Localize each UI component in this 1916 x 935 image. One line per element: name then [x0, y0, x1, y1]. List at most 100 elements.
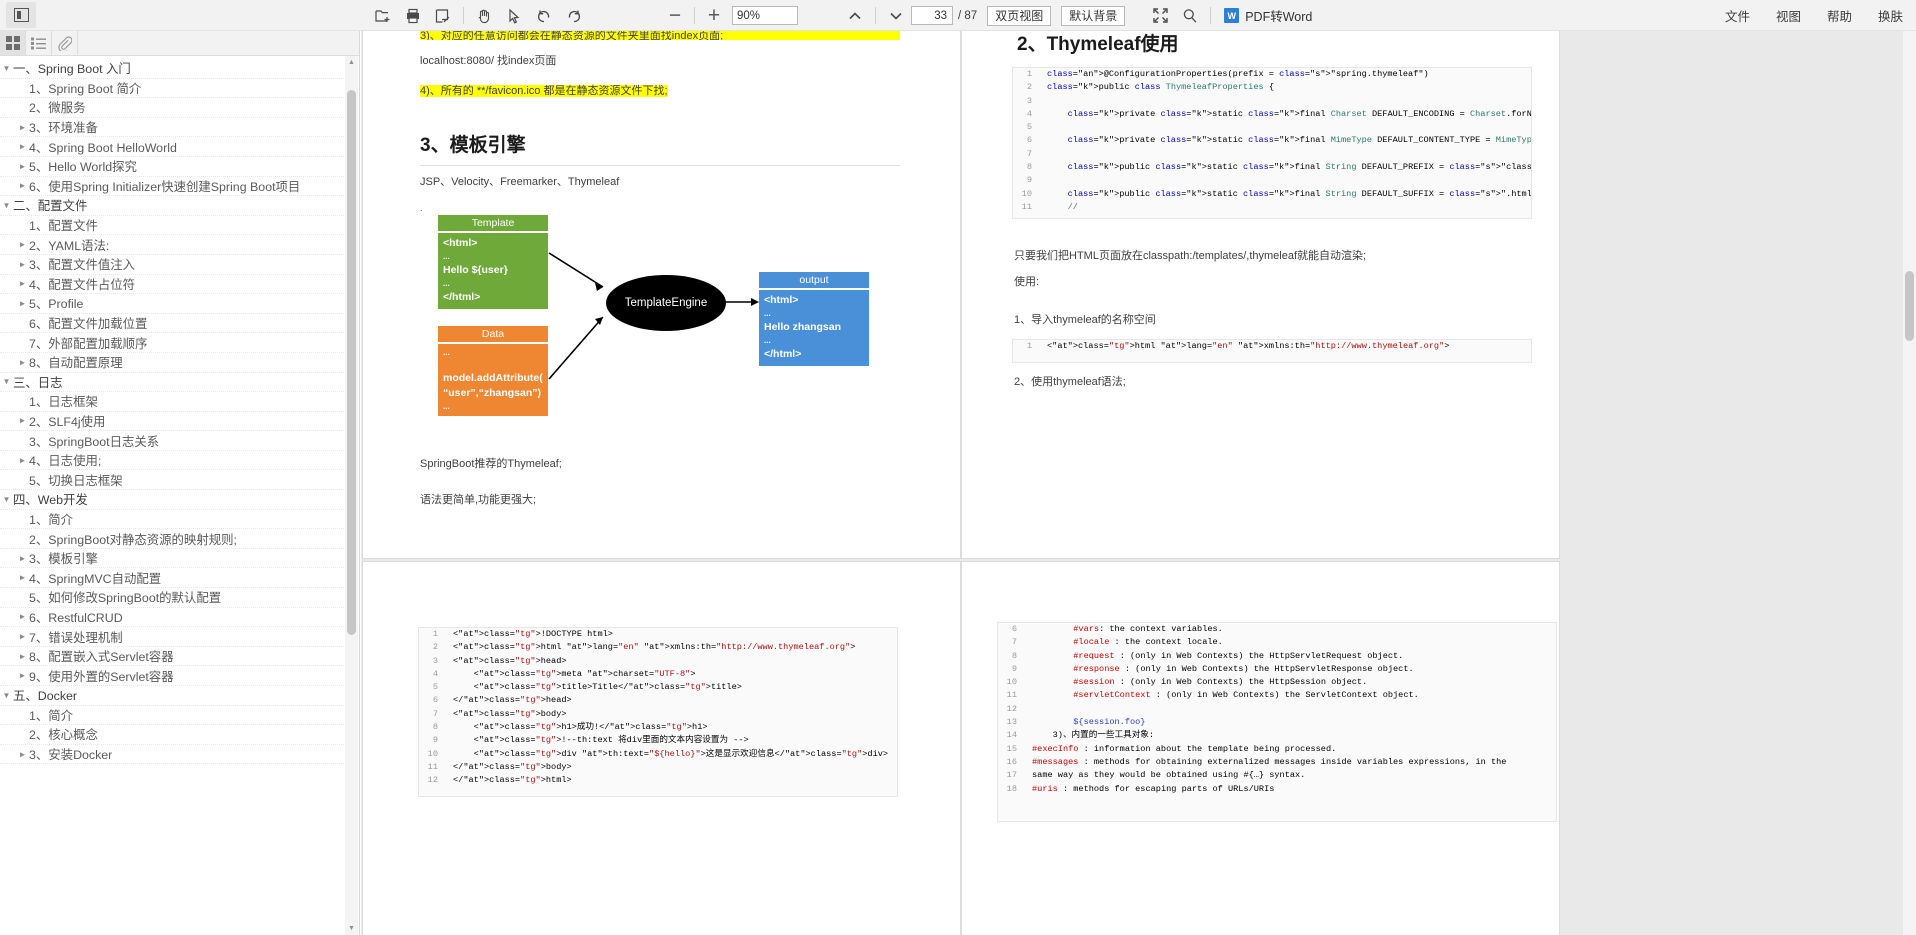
- tree-item-29[interactable]: ► 7、错误处理机制: [0, 627, 346, 647]
- caret-right-icon[interactable]: ►: [16, 240, 29, 249]
- next-page-button[interactable]: [881, 0, 911, 31]
- toggle-sidebar-button[interactable]: [6, 2, 36, 28]
- select-tool-icon[interactable]: [499, 0, 529, 31]
- caret-down-icon[interactable]: ▼: [0, 64, 13, 73]
- menu-help[interactable]: 帮助: [1814, 6, 1865, 25]
- tree-item-9[interactable]: ► 2、YAML语法:: [0, 235, 346, 255]
- tree-item-13[interactable]: 6、配置文件加载位置: [0, 314, 346, 334]
- tree-item-27[interactable]: 5、如何修改SpringBoot的默认配置: [0, 588, 346, 608]
- code-block-hello-html[interactable]: 1 <"at">class="tg">!DOCTYPE html> 2 <"at">c…: [418, 627, 898, 797]
- tree-item-16[interactable]: ▼ 三、日志: [0, 373, 346, 393]
- tree-item-7[interactable]: ▼ 二、配置文件: [0, 196, 346, 216]
- rotate-left-icon[interactable]: [529, 0, 559, 31]
- tree-item-19[interactable]: 3、SpringBoot日志关系: [0, 431, 346, 451]
- tree-item-0[interactable]: ▼ 一、Spring Boot 入门: [0, 59, 346, 79]
- outline-tree[interactable]: ▼ 一、Spring Boot 入门 1、Spring Boot 简介 2、微服务 ► 3…: [0, 56, 346, 935]
- fullscreen-icon[interactable]: [1145, 0, 1175, 31]
- caret-down-icon[interactable]: ▼: [0, 691, 13, 700]
- menu-skin[interactable]: 换肤: [1865, 6, 1916, 25]
- sidebar-tab-thumbnails[interactable]: [0, 31, 26, 55]
- tree-item-26[interactable]: ► 4、SpringMVC自动配置: [0, 568, 346, 589]
- caret-right-icon[interactable]: ►: [16, 142, 29, 151]
- caret-right-icon[interactable]: ►: [16, 123, 29, 132]
- caret-down-icon[interactable]: ▼: [0, 201, 13, 210]
- document-viewer[interactable]: 3)、对应的任意访问都会在静态资源的文件夹里面找index页面; localho…: [361, 31, 1916, 935]
- caret-right-icon[interactable]: ►: [16, 416, 29, 425]
- sidebar-scrollbar[interactable]: ▲ ▼: [345, 56, 358, 935]
- tree-item-32[interactable]: ▼ 五、Docker: [0, 686, 346, 706]
- search-icon[interactable]: [1175, 0, 1205, 31]
- tree-item-24[interactable]: 2、SpringBoot对静态资源的映射规则;: [0, 529, 346, 549]
- tree-item-8[interactable]: 1、配置文件: [0, 216, 346, 236]
- caret-right-icon[interactable]: ►: [16, 554, 29, 563]
- print-icon[interactable]: [398, 0, 428, 31]
- sidebar-scroll-thumb[interactable]: [347, 90, 356, 635]
- hand-tool-icon[interactable]: [469, 0, 499, 31]
- tree-item-15[interactable]: ► 8、自动配置原理: [0, 353, 346, 373]
- tree-item-20[interactable]: ► 4、日志使用;: [0, 451, 346, 471]
- menu-view[interactable]: 视图: [1763, 6, 1814, 25]
- sidebar-scroll-down-arrow[interactable]: ▼: [345, 922, 358, 935]
- caret-right-icon[interactable]: ►: [16, 632, 29, 641]
- caret-right-icon[interactable]: ►: [16, 162, 29, 171]
- menu-file[interactable]: 文件: [1712, 6, 1763, 25]
- tree-item-11[interactable]: ► 4、配置文件占位符: [0, 275, 346, 295]
- code-block-namespace[interactable]: 1 <"at">class="tg">html "at">lang="en" "a…: [1012, 339, 1532, 363]
- zoom-level-input[interactable]: 90%: [732, 6, 798, 25]
- toolbar-divider: [463, 7, 464, 24]
- document-scrollbar[interactable]: [1903, 31, 1916, 935]
- zoom-out-button[interactable]: −: [661, 0, 689, 31]
- tree-item-5[interactable]: ► 5、Hello World探究: [0, 157, 346, 177]
- tree-item-34[interactable]: 2、核心概念: [0, 725, 346, 745]
- caret-right-icon[interactable]: ►: [16, 279, 29, 288]
- tree-item-22[interactable]: ▼ 四、Web开发: [0, 490, 346, 510]
- rotate-right-icon[interactable]: [559, 0, 589, 31]
- sidebar-scroll-up-arrow[interactable]: ▲: [345, 56, 358, 69]
- previous-page-button[interactable]: [840, 0, 870, 31]
- view-mode-select[interactable]: 双页视图: [987, 5, 1052, 26]
- tree-item-1[interactable]: 1、Spring Boot 简介: [0, 79, 346, 99]
- document-scroll-thumb[interactable]: [1905, 271, 1914, 341]
- caret-right-icon[interactable]: ►: [16, 671, 29, 680]
- tree-item-12[interactable]: ► 5、Profile: [0, 294, 346, 314]
- code-block-thymeleaf-properties[interactable]: 1 class="an">@ConfigurationProperties(pre…: [1012, 67, 1532, 219]
- tree-item-14[interactable]: 7、外部配置加载顺序: [0, 333, 346, 353]
- caret-right-icon[interactable]: ►: [16, 181, 29, 190]
- caret-right-icon[interactable]: ►: [16, 573, 29, 582]
- tree-item-3[interactable]: ► 3、环境准备: [0, 118, 346, 138]
- caret-down-icon[interactable]: ▼: [0, 377, 13, 386]
- current-page-input[interactable]: 33: [911, 6, 953, 25]
- tree-item-23[interactable]: 1、简介: [0, 510, 346, 530]
- tree-item-17[interactable]: 1、日志框架: [0, 392, 346, 412]
- zoom-in-button[interactable]: +: [700, 0, 728, 31]
- sidebar-tab-attachments[interactable]: [52, 31, 78, 55]
- open-folder-icon[interactable]: [368, 0, 398, 31]
- caret-right-icon[interactable]: ►: [16, 652, 29, 661]
- caret-right-icon[interactable]: ►: [16, 750, 29, 759]
- tree-item-35[interactable]: ► 3、安装Docker: [0, 745, 346, 765]
- caret-right-icon[interactable]: ►: [16, 299, 29, 308]
- tree-item-10[interactable]: ► 3、配置文件值注入: [0, 255, 346, 275]
- caret-right-icon[interactable]: ►: [16, 612, 29, 621]
- app-badge[interactable]: W PDF转Word: [1224, 6, 1312, 25]
- tree-item-30[interactable]: ► 8、配置嵌入式Servlet容器: [0, 647, 346, 667]
- tree-item-33[interactable]: 1、简介: [0, 706, 346, 726]
- tree-item-25[interactable]: ► 3、模板引擎: [0, 549, 346, 569]
- tree-item-label: 6、配置文件加载位置: [29, 317, 148, 332]
- code-line-number: 18: [998, 782, 1024, 796]
- caret-right-icon[interactable]: ►: [16, 456, 29, 465]
- tree-item-21[interactable]: 5、切换日志框架: [0, 470, 346, 491]
- tree-item-4[interactable]: ► 4、Spring Boot HelloWorld: [0, 137, 346, 157]
- sidebar-tab-outline[interactable]: [26, 31, 52, 55]
- code-block-context-variables[interactable]: 6 #vars: the context variables. 7 #locale…: [997, 622, 1557, 822]
- tree-item-31[interactable]: ► 9、使用外置的Servlet容器: [0, 666, 346, 686]
- caret-right-icon[interactable]: ►: [16, 260, 29, 269]
- save-as-icon[interactable]: [428, 0, 458, 31]
- tree-item-6[interactable]: ► 6、使用Spring Initializer快速创建Spring Boot项目: [0, 177, 346, 197]
- tree-item-28[interactable]: ► 6、RestfulCRUD: [0, 608, 346, 628]
- caret-down-icon[interactable]: ▼: [0, 495, 13, 504]
- caret-right-icon[interactable]: ►: [16, 358, 29, 367]
- tree-item-18[interactable]: ► 2、SLF4j使用: [0, 412, 346, 432]
- tree-item-2[interactable]: 2、微服务: [0, 98, 346, 118]
- background-mode-select[interactable]: 默认背景: [1061, 5, 1126, 26]
